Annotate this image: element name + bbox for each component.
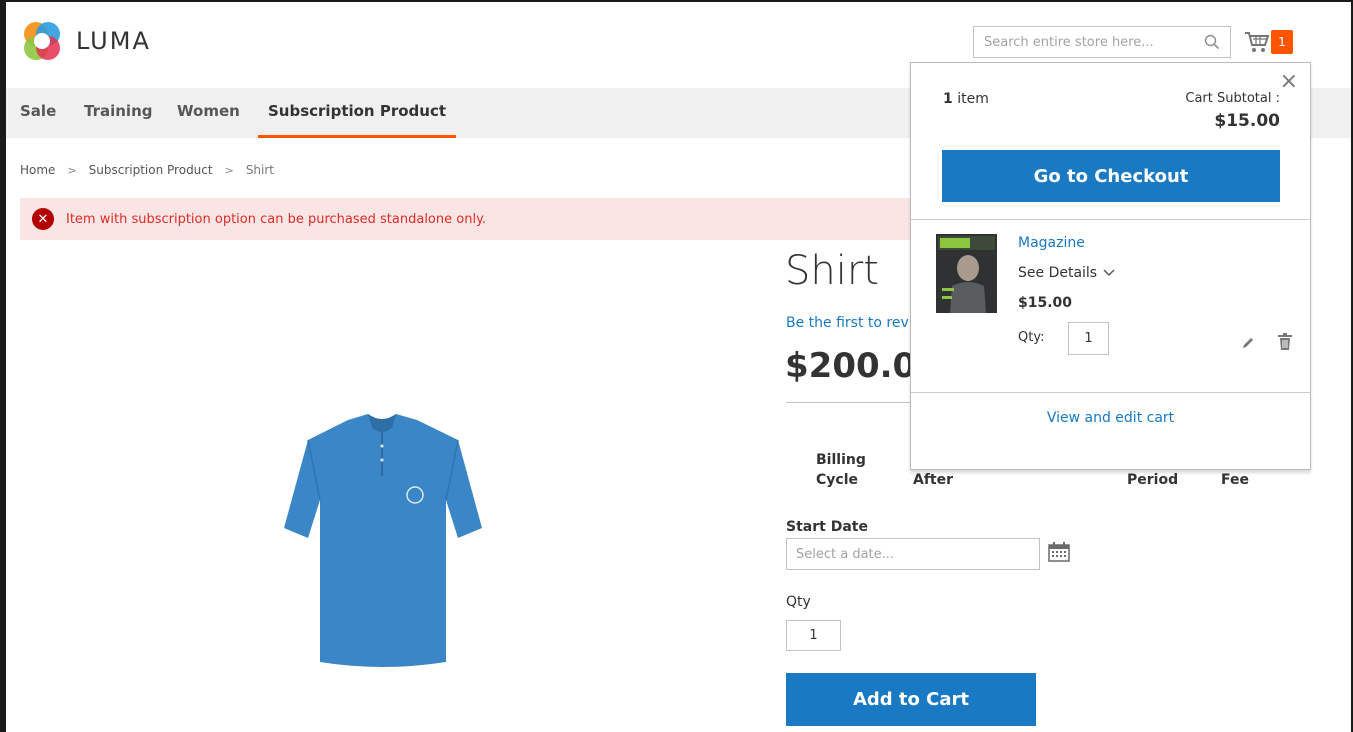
divider <box>911 392 1310 393</box>
minicart-item-name[interactable]: Magazine <box>1018 235 1085 251</box>
divider <box>786 402 911 403</box>
breadcrumb: Home > Subscription Product > Shirt <box>20 163 274 177</box>
calendar-icon[interactable] <box>1048 542 1070 566</box>
see-details-label: See Details <box>1018 265 1098 281</box>
add-to-cart-button[interactable]: Add to Cart <box>786 673 1036 726</box>
error-text: Item with subscription option can be pur… <box>66 211 487 227</box>
qty-input[interactable] <box>786 620 841 651</box>
search-input[interactable] <box>974 28 1194 56</box>
product-image[interactable] <box>280 410 485 672</box>
nav-item-women[interactable]: Women <box>177 88 240 138</box>
start-date-label: Start Date <box>786 519 868 535</box>
nav-item-subscription-product[interactable]: Subscription Product <box>258 88 457 138</box>
logo-text: LUMA <box>76 27 151 55</box>
nav-item-sale[interactable]: Sale <box>20 88 56 138</box>
search-box <box>973 26 1231 58</box>
edit-pencil-icon[interactable] <box>1241 335 1255 354</box>
divider <box>911 219 1310 220</box>
minicart-qty-label: Qty: <box>1018 330 1045 345</box>
minicart-dropdown: × 1 item Cart Subtotal : $15.00 Go to Ch… <box>910 62 1311 470</box>
error-icon: ✕ <box>32 208 54 230</box>
header-fee: Fee <box>1221 472 1249 488</box>
cart-subtotal-label: Cart Subtotal : <box>1185 91 1280 106</box>
header-after: After <box>913 472 954 488</box>
minicart-item-thumbnail[interactable] <box>936 234 997 313</box>
qty-label: Qty <box>786 594 811 610</box>
minicart-qty-input[interactable] <box>1068 322 1109 355</box>
chevron-down-icon <box>1103 269 1115 276</box>
minicart-item-price: $15.00 <box>1018 295 1073 311</box>
polo-shirt-image <box>284 414 482 667</box>
store-logo[interactable]: LUMA <box>20 20 151 62</box>
close-icon[interactable]: × <box>1280 71 1298 93</box>
search-icon[interactable] <box>1204 34 1220 54</box>
minicart-count-value: 1 <box>943 91 953 107</box>
start-date-input[interactable] <box>786 538 1040 570</box>
trash-icon[interactable] <box>1277 333 1293 355</box>
breadcrumb-current: Shirt <box>245 163 275 177</box>
magazine-cover-image <box>936 234 997 313</box>
minicart-toggle[interactable]: 1 <box>1244 28 1296 56</box>
cart-count-badge: 1 <box>1271 30 1293 54</box>
header-billing-cycle: Billing Cycle <box>816 452 866 488</box>
chevron-right-icon: > <box>224 163 234 177</box>
header-period: Period <box>1127 472 1179 488</box>
luma-logo-icon <box>24 22 60 60</box>
minicart-item-count: 1 item <box>943 91 989 107</box>
shopping-cart-icon <box>1245 32 1270 52</box>
breadcrumb-category[interactable]: Subscription Product <box>89 163 213 177</box>
view-and-edit-cart-link[interactable]: View and edit cart <box>911 410 1310 426</box>
chevron-right-icon: > <box>67 163 77 177</box>
breadcrumb-home[interactable]: Home <box>20 163 55 177</box>
product-title: Shirt <box>785 248 879 294</box>
cart-subtotal-value: $15.00 <box>1214 111 1280 131</box>
nav-item-training[interactable]: Training <box>84 88 152 138</box>
error-message: ✕ Item with subscription option can be p… <box>20 198 920 240</box>
see-details-toggle[interactable]: See Details <box>1018 265 1116 281</box>
minicart-count-word: item <box>957 91 989 107</box>
go-to-checkout-button[interactable]: Go to Checkout <box>942 150 1280 202</box>
